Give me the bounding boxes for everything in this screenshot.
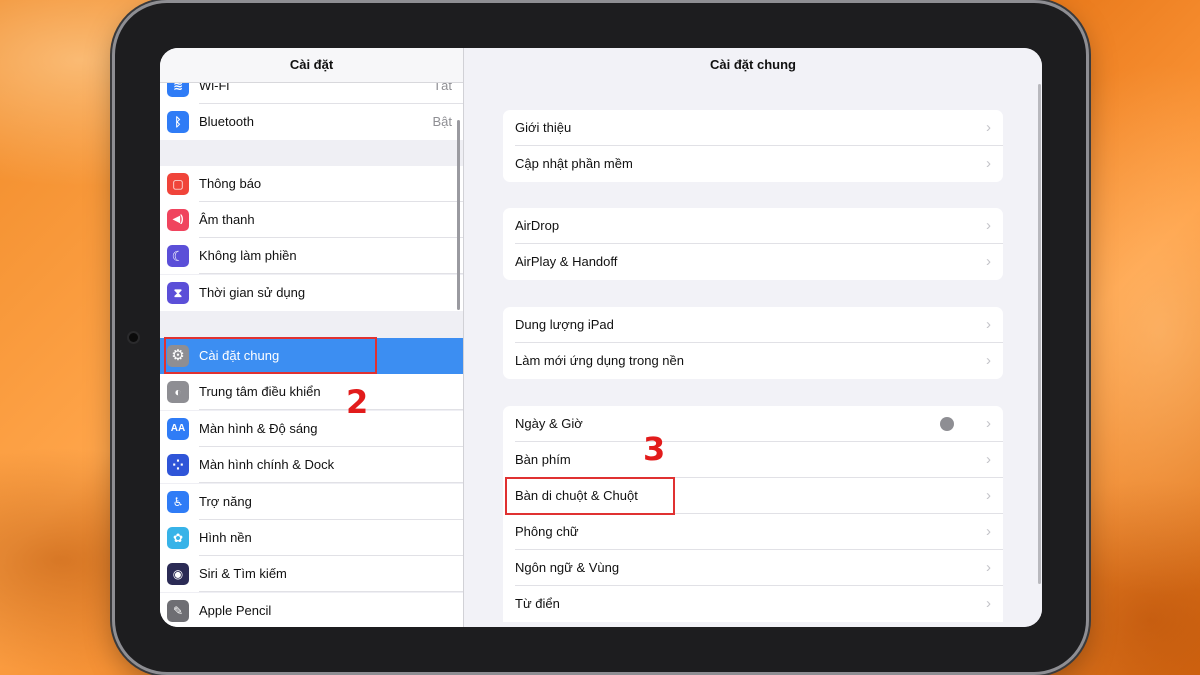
general-settings-pane: Cài đặt chung Giới thiệu › Cập nhật phần… (464, 48, 1042, 627)
highlight-trackpad-mouse (505, 477, 675, 515)
chevron-right-icon: › (986, 316, 991, 333)
sound-icon: ◀) (167, 209, 189, 231)
home-screen-icon: ⁘ (167, 454, 189, 476)
sidebar-item-display-brightness[interactable]: AA Màn hình & Độ sáng (160, 411, 463, 447)
settings-group-storage: Dung lượng iPad › Làm mới ứng dụng trong… (503, 307, 1003, 379)
sidebar-item-do-not-disturb[interactable]: ☾ Không làm phiền (160, 238, 463, 274)
chevron-right-icon: › (986, 253, 991, 270)
chevron-right-icon: › (986, 217, 991, 234)
bluetooth-icon: ᛒ (167, 111, 189, 133)
row-label: Từ điển (515, 596, 560, 611)
sidebar-item-label: Siri & Tìm kiếm (199, 566, 287, 581)
front-camera (129, 333, 138, 342)
row-label: AirDrop (515, 218, 560, 233)
divider (199, 409, 463, 410)
sidebar-item-label: Màn hình chính & Dock (199, 457, 335, 472)
divider (199, 482, 463, 483)
row-label: Ngôn ngữ & Vùng (515, 560, 620, 575)
sidebar-item-label: Hình nền (199, 530, 252, 545)
sidebar-item-label: Trợ năng (199, 494, 252, 509)
siri-icon: ◉ (167, 563, 189, 585)
sidebar-item-label: Trung tâm điều khiển (199, 384, 321, 399)
sidebar-item-label: Bluetooth (199, 114, 254, 129)
chevron-right-icon: › (986, 595, 991, 612)
chevron-right-icon: › (986, 155, 991, 172)
sidebar-item-wallpaper[interactable]: ✿ Hình nền (160, 520, 463, 556)
divider (199, 591, 463, 592)
row-language-region[interactable]: Ngôn ngữ & Vùng › (503, 550, 1003, 586)
row-fonts[interactable]: Phông chữ › (503, 514, 1003, 550)
row-label: Ngày & Giờ (515, 416, 583, 431)
row-ipad-storage[interactable]: Dung lượng iPad › (503, 307, 1003, 343)
touch-pointer-indicator (940, 417, 954, 431)
control-center-icon: ◐ (167, 381, 189, 403)
chevron-right-icon: › (986, 523, 991, 540)
chevron-right-icon: › (986, 559, 991, 576)
highlight-general-settings (164, 337, 377, 374)
sidebar-item-bluetooth[interactable]: ᛒ Bluetooth Bật (160, 104, 463, 140)
do-not-disturb-icon: ☾ (167, 245, 189, 267)
row-airplay-handoff[interactable]: AirPlay & Handoff › (503, 244, 1003, 280)
row-airdrop[interactable]: AirDrop › (503, 208, 1003, 244)
accessibility-icon: ♿ (167, 491, 189, 513)
row-label: Giới thiệu (515, 120, 572, 135)
screen-time-icon: ⧗ (167, 282, 189, 304)
sidebar-item-label: Apple Pencil (199, 603, 272, 618)
row-label: Làm mới ứng dụng trong nền (515, 353, 684, 368)
sidebar-item-notifications[interactable]: ▢ Thông báo (160, 166, 463, 202)
step-number-3: 3 (643, 430, 666, 468)
divider (199, 273, 463, 274)
sidebar-title: Cài đặt (160, 48, 463, 83)
detail-scrollbar[interactable] (1038, 84, 1041, 584)
notifications-icon: ▢ (167, 173, 189, 195)
chevron-right-icon: › (986, 415, 991, 432)
sidebar-item-label: Âm thanh (199, 212, 255, 227)
sidebar-item-control-center[interactable]: ◐ Trung tâm điều khiển (160, 374, 463, 410)
apple-pencil-icon: ✎ (167, 600, 189, 622)
row-background-app-refresh[interactable]: Làm mới ứng dụng trong nền › (503, 343, 1003, 379)
sidebar-item-label: Không làm phiền (199, 248, 297, 263)
display-brightness-icon: AA (167, 418, 189, 440)
sidebar-item-label: Màn hình & Độ sáng (199, 421, 318, 436)
sidebar-item-label: Thời gian sử dụng (199, 285, 306, 300)
bluetooth-status: Bật (432, 114, 452, 129)
row-keyboard[interactable]: Bàn phím › (503, 442, 1003, 478)
row-dictionary[interactable]: Từ điển › (503, 586, 1003, 622)
step-number-2: 2 (346, 383, 369, 421)
row-label: Dung lượng iPad (515, 317, 614, 332)
page-title: Cài đặt chung (710, 57, 796, 72)
chevron-right-icon: › (986, 119, 991, 136)
chevron-right-icon: › (986, 352, 991, 369)
row-label: AirPlay & Handoff (515, 254, 618, 269)
sidebar-item-label: Thông báo (199, 176, 262, 191)
chevron-right-icon: › (986, 487, 991, 504)
sidebar-item-home-screen-dock[interactable]: ⁘ Màn hình chính & Dock (160, 447, 463, 483)
sidebar-item-siri-search[interactable]: ◉ Siri & Tìm kiếm (160, 556, 463, 592)
settings-group-airdrop: AirDrop › AirPlay & Handoff › (503, 208, 1003, 280)
row-about[interactable]: Giới thiệu › (503, 110, 1003, 146)
settings-group-about: Giới thiệu › Cập nhật phần mềm › (503, 110, 1003, 182)
wallpaper-icon: ✿ (167, 527, 189, 549)
row-label: Bàn phím (515, 452, 571, 467)
row-label: Cập nhật phần mềm (515, 156, 633, 171)
chevron-right-icon: › (986, 451, 991, 468)
sidebar-item-apple-pencil[interactable]: ✎ Apple Pencil (160, 593, 463, 627)
row-software-update[interactable]: Cập nhật phần mềm › (503, 146, 1003, 182)
sidebar-item-sound[interactable]: ◀) Âm thanh (160, 202, 463, 238)
row-date-time[interactable]: Ngày & Giờ › (503, 406, 1003, 442)
sidebar-scrollbar[interactable] (457, 120, 460, 310)
sidebar-item-screen-time[interactable]: ⧗ Thời gian sử dụng (160, 275, 463, 311)
sidebar-item-accessibility[interactable]: ♿ Trợ năng (160, 484, 463, 520)
row-label: Phông chữ (515, 524, 579, 539)
